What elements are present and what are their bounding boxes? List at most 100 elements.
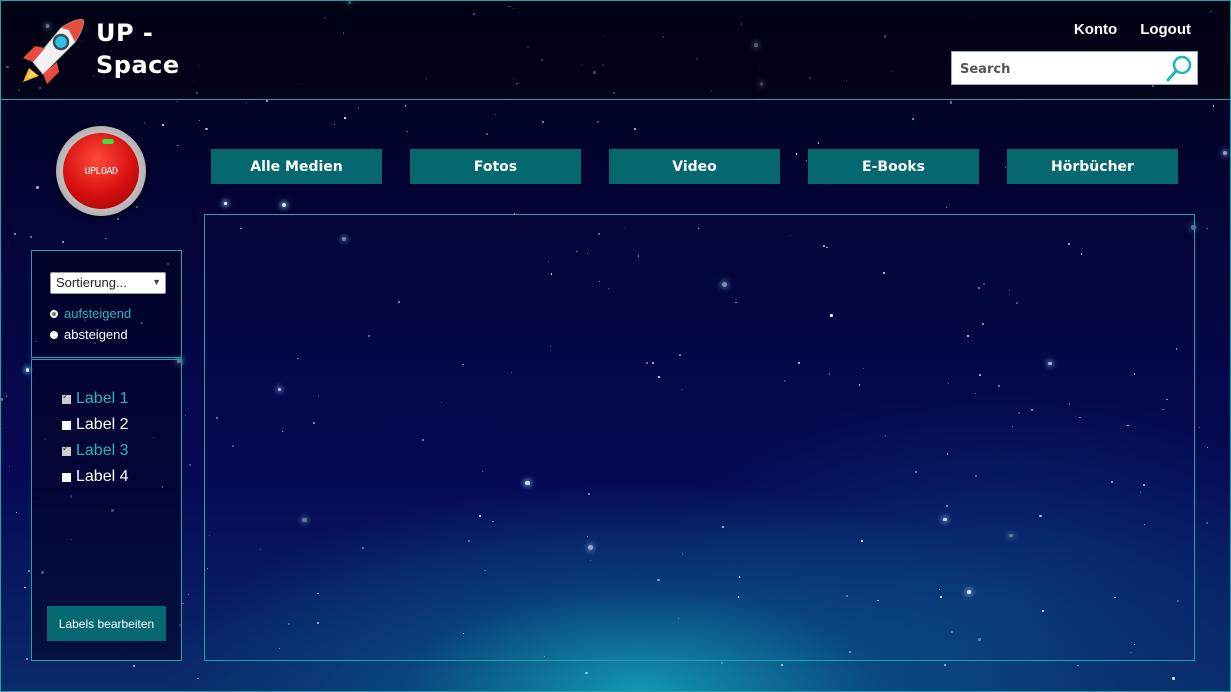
radio-descending[interactable] [50,330,58,339]
label-checkbox[interactable] [62,420,71,430]
sort-option-ascending[interactable]: aufsteigend [50,306,131,321]
upload-led-indicator [102,139,114,144]
sort-option-label: aufsteigend [64,306,132,321]
label-item[interactable]: Label 4 [62,468,129,486]
label-checkbox[interactable] [62,391,71,404]
top-header: UP - Space Konto Logout [0,0,1231,100]
star-decoration [133,665,135,667]
edit-labels-button[interactable]: Labels bearbeiten [47,606,166,641]
star-decoration [780,663,783,666]
star-decoration [1004,166,1006,169]
sort-option-descending[interactable]: absteigend [50,327,128,342]
label-item[interactable]: Label 2 [62,416,129,434]
star-decoration [950,101,953,104]
star-decoration [633,128,636,131]
label-checkbox[interactable] [62,472,71,482]
search-box [951,51,1198,85]
label-item[interactable]: Label 1 [62,390,129,408]
star-decoration [1205,521,1209,524]
radio-ascending[interactable] [50,309,58,318]
star-decoration [945,206,948,209]
star-decoration [182,602,184,605]
star-decoration [1077,664,1079,666]
upload-button-face: UPLOAD [63,133,139,209]
account-link[interactable]: Konto [1074,21,1117,38]
star-decoration [26,658,28,660]
star-decoration [282,203,286,207]
star-decoration [135,205,138,208]
star-decoration [1,428,3,430]
star-decoration [188,464,191,467]
label-text: Label 4 [76,468,129,485]
star-decoration [1223,150,1227,155]
star-decoration [25,368,29,372]
account-links: Konto Logout [1074,21,1191,38]
tab-audiobooks[interactable]: Hörbücher [1007,149,1178,184]
tab-video[interactable]: Video [609,149,780,184]
star-decoration [28,570,30,572]
upload-button[interactable]: UPLOAD [56,126,146,216]
labels-panel: Label 1 Label 2 Label 3 Label 4 Labels b… [31,359,182,661]
star-decoration [357,107,360,109]
star-decoration [187,593,189,596]
sort-panel: Sortierung... ▼ aufsteigend absteigend [31,250,182,358]
star-decoration [14,233,16,236]
star-decoration [817,142,819,144]
chevron-down-icon: ▼ [152,277,161,287]
sort-option-label: absteigend [64,327,128,342]
tab-ebooks[interactable]: E-Books [808,149,979,184]
star-decoration [176,100,178,102]
star-decoration [911,118,914,121]
star-decoration [24,586,26,589]
label-text: Label 3 [76,442,129,459]
star-decoration [161,124,164,126]
brand-title: UP - Space [96,17,180,81]
star-decoration [1,398,4,401]
star-decoration [404,105,407,108]
label-item[interactable]: Label 3 [62,442,129,460]
sort-select[interactable]: Sortierung... ▼ [50,272,166,294]
search-icon[interactable] [1165,54,1193,82]
star-decoration [245,102,247,104]
star-decoration [720,661,723,664]
star-decoration [495,113,497,116]
rocket-logo-icon [23,19,84,84]
upload-button-label: UPLOAD [84,165,118,177]
star-decoration [176,144,179,147]
search-input[interactable] [958,57,1162,81]
brand-line-1: UP - [96,19,154,47]
star-decoration [144,122,146,125]
brand-line-2: Space [96,51,180,79]
star-decoration [62,241,64,243]
star-decoration [406,131,408,133]
star-decoration [185,414,187,416]
star-decoration [805,159,807,161]
star-decoration [485,132,489,135]
media-content-area [204,214,1195,661]
star-decoration [944,664,947,666]
star-decoration [333,123,335,125]
star-decoration [1207,446,1209,449]
label-checkbox[interactable] [62,443,71,456]
star-decoration [1198,427,1200,429]
sort-select-value: Sortierung... [56,275,127,290]
star-decoration [541,121,544,124]
star-decoration [223,202,227,206]
star-decoration [585,671,588,675]
star-decoration [265,99,268,103]
star-decoration [8,465,10,467]
star-decoration [1212,105,1215,107]
label-text: Label 1 [76,390,129,407]
star-decoration [117,218,120,221]
star-decoration [30,236,33,238]
logout-link[interactable]: Logout [1140,21,1191,38]
tab-photos[interactable]: Fotos [410,149,581,184]
star-decoration [1207,228,1209,230]
star-decoration [199,120,201,122]
star-decoration [36,186,39,189]
tab-all-media[interactable]: Alle Medien [211,149,382,184]
star-decoration [15,512,17,514]
star-decoration [1172,677,1175,680]
star-decoration [205,127,208,130]
star-decoration [344,116,346,119]
